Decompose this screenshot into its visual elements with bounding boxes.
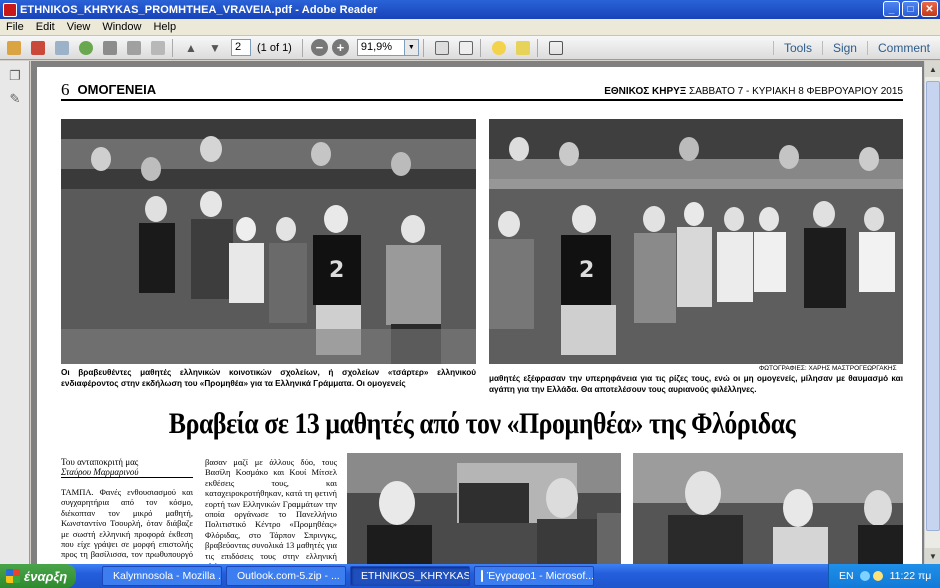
start-label: έναρξη <box>24 568 68 584</box>
paper-date: ΣΑΒΒΑΤΟ 7 - ΚΥΡΙΑΚΗ 8 ΦΕΒΡΟΥΑΡΙΟΥ 2015 <box>689 86 903 97</box>
email-icon[interactable] <box>148 39 168 57</box>
print-icon[interactable] <box>124 39 144 57</box>
byline-author: Σταύρου Μαρμαρινού <box>61 467 139 477</box>
caption-left: Οι βραβευθέντες μαθητές ελληνικών κοινοτ… <box>61 368 476 388</box>
maximize-button[interactable]: □ <box>902 1 919 17</box>
svg-text:2: 2 <box>329 258 344 283</box>
newspaper-page: 6 ΟΜΟΓΕΝΕΙΑ ΕΘΝΙΚΟΣ ΚΗΡΥΞ ΣΑΒΒΑΤΟ 7 - ΚΥ… <box>37 67 922 564</box>
article-column-1: ΤΑΜΠΑ. Φανές ενθουσιασμού και συγχαρητήρ… <box>61 487 193 564</box>
toolbar-separator <box>172 38 173 57</box>
title-bar: ETHNIKOS_KHRYKAS_PROMHTHEA_VRAVEIA.pdf -… <box>0 0 940 19</box>
window-title: ETHNIKOS_KHRYKAS_PROMHTHEA_VRAVEIA.pdf -… <box>20 3 378 16</box>
scroll-down-icon[interactable]: ▼ <box>925 548 940 564</box>
scrollbar-thumb[interactable] <box>926 81 940 531</box>
start-button[interactable]: έναρξη <box>0 564 76 588</box>
menu-help[interactable]: Help <box>147 21 182 33</box>
adobe-reader-icon <box>3 2 17 17</box>
fit-width-icon[interactable] <box>456 39 476 57</box>
taskbar: έναρξη Kalymnosola - Mozilla ... Outlook… <box>0 564 940 588</box>
create-pdf-icon[interactable] <box>4 39 24 57</box>
toolbar: ▲ ▼ 2 (1 of 1) − + 91,9% ▼ Tools Sign Co… <box>0 36 940 60</box>
toolbar-separator <box>536 38 538 57</box>
article-headline: Βραβεία σε 13 μαθητές από τον «Προμηθέα»… <box>168 407 796 440</box>
caption-right: μαθητές εξέφρασαν την υπερηφάνεια για τι… <box>489 374 903 394</box>
word-icon <box>481 570 483 582</box>
taskbar-item-winrar[interactable]: Outlook.com-5.zip - ... <box>226 566 346 586</box>
toolbar-separator <box>479 38 481 57</box>
minimize-button[interactable]: _ <box>883 1 900 17</box>
clock: 11:22 πμ <box>889 570 932 582</box>
network-icon[interactable] <box>859 571 870 581</box>
fit-page-icon[interactable] <box>432 39 452 57</box>
photo-students-right: 2 <box>489 119 903 364</box>
page-number-input[interactable]: 2 <box>231 39 251 56</box>
newspaper-header: 6 ΟΜΟΓΕΝΕΙΑ ΕΘΝΙΚΟΣ ΚΗΡΥΞ ΣΑΒΒΑΤΟ 7 - ΚΥ… <box>61 79 903 101</box>
previous-page-icon[interactable]: ▲ <box>181 39 201 57</box>
photo-event-center <box>347 453 621 564</box>
svg-text:2: 2 <box>579 258 594 283</box>
volume-icon[interactable] <box>872 571 883 581</box>
menu-view[interactable]: View <box>61 21 97 33</box>
comment-link[interactable]: Comment <box>866 41 940 55</box>
photo-event-center-image <box>347 453 621 564</box>
attachments-icon[interactable]: ✎ <box>7 91 23 107</box>
taskbar-item-adobe[interactable]: ETHNIKOS_KHRYKAS... <box>350 566 470 586</box>
page-thumbnails-icon[interactable]: ❐ <box>7 68 23 84</box>
photo-event-right-image <box>633 453 903 564</box>
scroll-up-icon[interactable]: ▲ <box>925 61 940 77</box>
sign-link[interactable]: Sign <box>821 41 867 55</box>
zoom-dropdown-icon[interactable]: ▼ <box>404 39 419 56</box>
zoom-in-button[interactable]: + <box>331 39 349 56</box>
menu-file[interactable]: File <box>0 21 30 33</box>
close-button[interactable]: ✕ <box>921 1 938 17</box>
menu-window[interactable]: Window <box>96 21 147 33</box>
menu-bar: File Edit View Window Help <box>0 19 940 36</box>
page-number: 6 <box>61 80 70 99</box>
cloud-upload-icon[interactable] <box>76 39 96 57</box>
taskbar-item-label: Outlook.com-5.zip - ... <box>237 570 340 582</box>
taskbar-item-label: ETHNIKOS_KHRYKAS... <box>361 570 470 582</box>
zoom-input[interactable]: 91,9% <box>356 39 405 56</box>
paper-name: ΕΘΝΙΚΟΣ ΚΗΡΥΞ <box>604 86 687 97</box>
document-area[interactable]: 6 ΟΜΟΓΕΝΕΙΑ ΕΘΝΙΚΟΣ ΚΗΡΥΞ ΣΑΒΒΑΤΟ 7 - ΚΥ… <box>31 61 924 564</box>
toolbar-separator <box>422 38 424 57</box>
photo-event-right <box>633 453 903 564</box>
vertical-scrollbar[interactable]: ▲ ▼ <box>924 61 940 564</box>
taskbar-item-label: Kalymnosola - Mozilla ... <box>113 570 222 582</box>
byline-prefix: Του ανταποκριτή μας <box>61 457 139 467</box>
byline: Του ανταποκριτή μας Σταύρου Μαρμαρινού <box>61 457 193 478</box>
photo-students-left-image: 2 <box>61 119 476 364</box>
combine-files-icon[interactable] <box>28 39 48 57</box>
next-page-icon[interactable]: ▼ <box>205 39 225 57</box>
save-icon[interactable] <box>100 39 120 57</box>
navigation-pane: ❐ ✎ <box>0 61 30 564</box>
photo-students-right-image: 2 <box>489 119 903 364</box>
page-count: (1 of 1) <box>257 41 292 54</box>
edit-document-icon[interactable] <box>52 39 72 57</box>
paper-masthead: ΕΘΝΙΚΟΣ ΚΗΡΥΞ ΣΑΒΒΑΤΟ 7 - ΚΥΡΙΑΚΗ 8 ΦΕΒΡ… <box>604 86 903 97</box>
language-indicator[interactable]: EN <box>839 570 854 582</box>
system-tray: EN 11:22 πμ <box>828 564 940 588</box>
toolbar-separator <box>301 38 303 57</box>
photo-credit: ΦΩΤΟΓΡΑΦΙΕΣ: ΧΑΡΗΣ ΜΑΣΤΡΟΓΕΩΡΓΑΚΗΣ <box>759 365 897 372</box>
tools-link[interactable]: Tools <box>772 41 822 55</box>
section-title: ΟΜΟΓΕΝΕΙΑ <box>77 82 157 97</box>
menu-edit[interactable]: Edit <box>30 21 61 33</box>
taskbar-item-word[interactable]: Έγγραφο1 - Microsof... <box>474 566 594 586</box>
highlight-icon[interactable] <box>513 39 533 57</box>
taskbar-item-firefox[interactable]: Kalymnosola - Mozilla ... <box>102 566 222 586</box>
article-column-2: βασαν μαζί με άλλους δύο, τους Βασίλη Κο… <box>205 457 337 564</box>
sticky-note-icon[interactable] <box>489 39 509 57</box>
windows-logo-icon <box>6 569 20 583</box>
photo-students-left: 2 <box>61 119 476 364</box>
expand-icon[interactable] <box>546 39 566 57</box>
zoom-out-button[interactable]: − <box>310 39 328 56</box>
taskbar-item-label: Έγγραφο1 - Microsof... <box>487 570 594 582</box>
